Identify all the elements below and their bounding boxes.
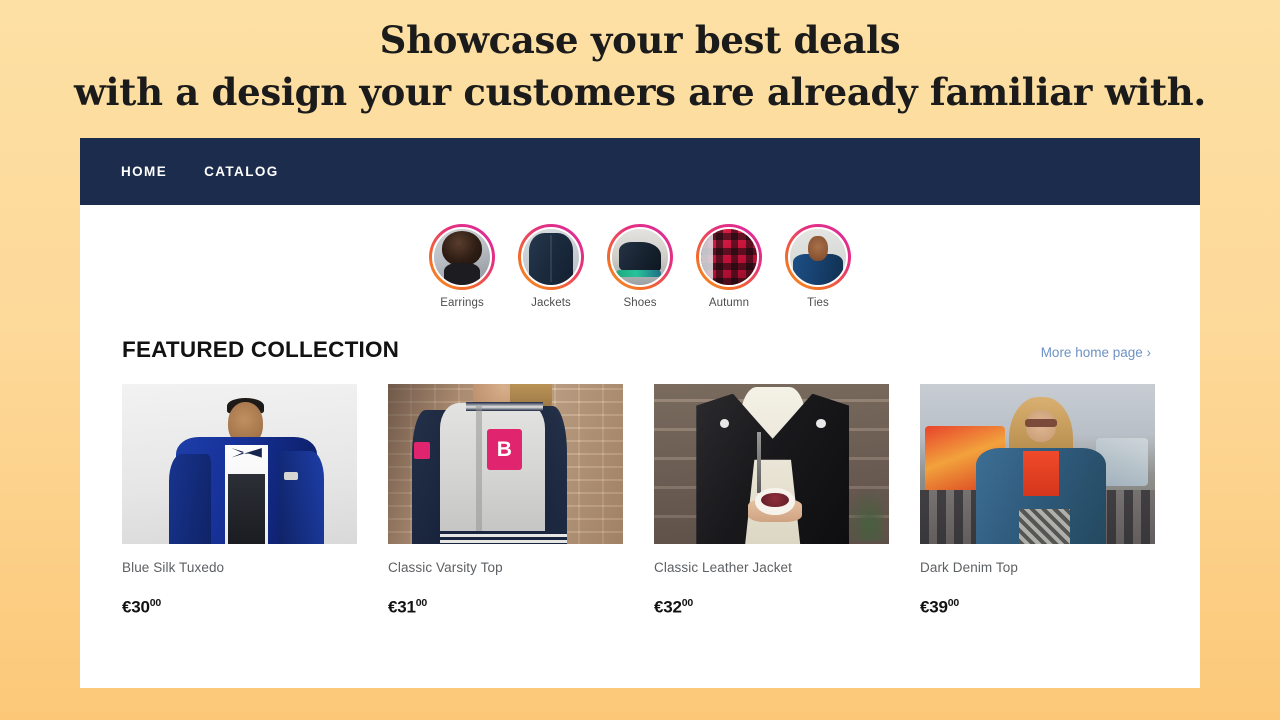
product-price: €3100 [388, 597, 623, 618]
price-amount: 32 [663, 597, 682, 617]
price-currency: € [920, 597, 930, 617]
headline-line-2: with a design your customers are already… [74, 70, 1206, 114]
product-card[interactable]: Blue Silk Tuxedo €3000 [122, 384, 357, 618]
story-ring [785, 224, 851, 290]
story-thumbnail-autumn [699, 227, 759, 287]
price-cents: 00 [947, 597, 959, 609]
price-currency: € [654, 597, 664, 617]
story-item-jackets[interactable]: Jackets [518, 224, 584, 309]
price-amount: 31 [397, 597, 416, 617]
product-image-classic-varsity-top[interactable]: B [388, 384, 623, 544]
more-home-page-link[interactable]: More home page › [1041, 345, 1151, 360]
product-grid: Blue Silk Tuxedo €3000 B Classic Varsity… [80, 363, 1200, 618]
page-headline: Showcase your best deals with a design y… [0, 0, 1280, 118]
story-item-ties[interactable]: Ties [785, 224, 851, 309]
story-ring [696, 224, 762, 290]
product-price: €3200 [654, 597, 889, 618]
product-title: Dark Denim Top [920, 560, 1018, 575]
price-currency: € [122, 597, 132, 617]
store-preview-panel: HOME CATALOG Earrings Jackets Shoes Autu… [80, 138, 1200, 688]
product-title: Blue Silk Tuxedo [122, 560, 225, 575]
story-ring [518, 224, 584, 290]
story-ring [607, 224, 673, 290]
price-amount: 30 [131, 597, 150, 617]
story-ring [429, 224, 495, 290]
story-item-earrings[interactable]: Earrings [429, 224, 495, 309]
product-price: €3900 [920, 597, 1155, 618]
section-title: FEATURED COLLECTION [122, 337, 400, 362]
product-title: Classic Varsity Top [388, 560, 503, 575]
story-thumbnail-earrings [432, 227, 492, 287]
story-item-autumn[interactable]: Autumn [696, 224, 762, 309]
price-cents: 00 [149, 597, 161, 609]
price-cents: 00 [415, 597, 427, 609]
story-label: Shoes [623, 297, 657, 309]
product-card[interactable]: B Classic Varsity Top €3100 [388, 384, 623, 618]
product-card[interactable]: Classic Leather Jacket €3200 [654, 384, 889, 618]
product-card[interactable]: Dark Denim Top €3900 [920, 384, 1155, 618]
featured-collection-header: FEATURED COLLECTION More home page › [80, 309, 1200, 363]
story-label: Earrings [440, 297, 484, 309]
product-image-classic-leather-jacket[interactable] [654, 384, 889, 544]
product-image-dark-denim-top[interactable] [920, 384, 1155, 544]
story-label: Autumn [708, 297, 750, 309]
story-thumbnail-jackets [521, 227, 581, 287]
headline-line-1: Showcase your best deals [379, 18, 901, 62]
product-price: €3000 [122, 597, 357, 618]
price-amount: 39 [929, 597, 948, 617]
story-thumbnail-shoes [610, 227, 670, 287]
story-highlights-row: Earrings Jackets Shoes Autumn Ties [80, 205, 1200, 309]
story-label: Jackets [531, 297, 571, 309]
story-thumbnail-ties [788, 227, 848, 287]
varsity-letter: B [486, 428, 522, 471]
story-item-shoes[interactable]: Shoes [607, 224, 673, 309]
story-label: Ties [807, 297, 829, 309]
price-currency: € [388, 597, 398, 617]
nav-item-catalog[interactable]: CATALOG [204, 164, 279, 179]
product-image-blue-silk-tuxedo[interactable] [122, 384, 357, 544]
product-title: Classic Leather Jacket [654, 560, 793, 575]
price-cents: 00 [681, 597, 693, 609]
store-navbar: HOME CATALOG [80, 138, 1200, 205]
nav-item-home[interactable]: HOME [121, 164, 167, 179]
